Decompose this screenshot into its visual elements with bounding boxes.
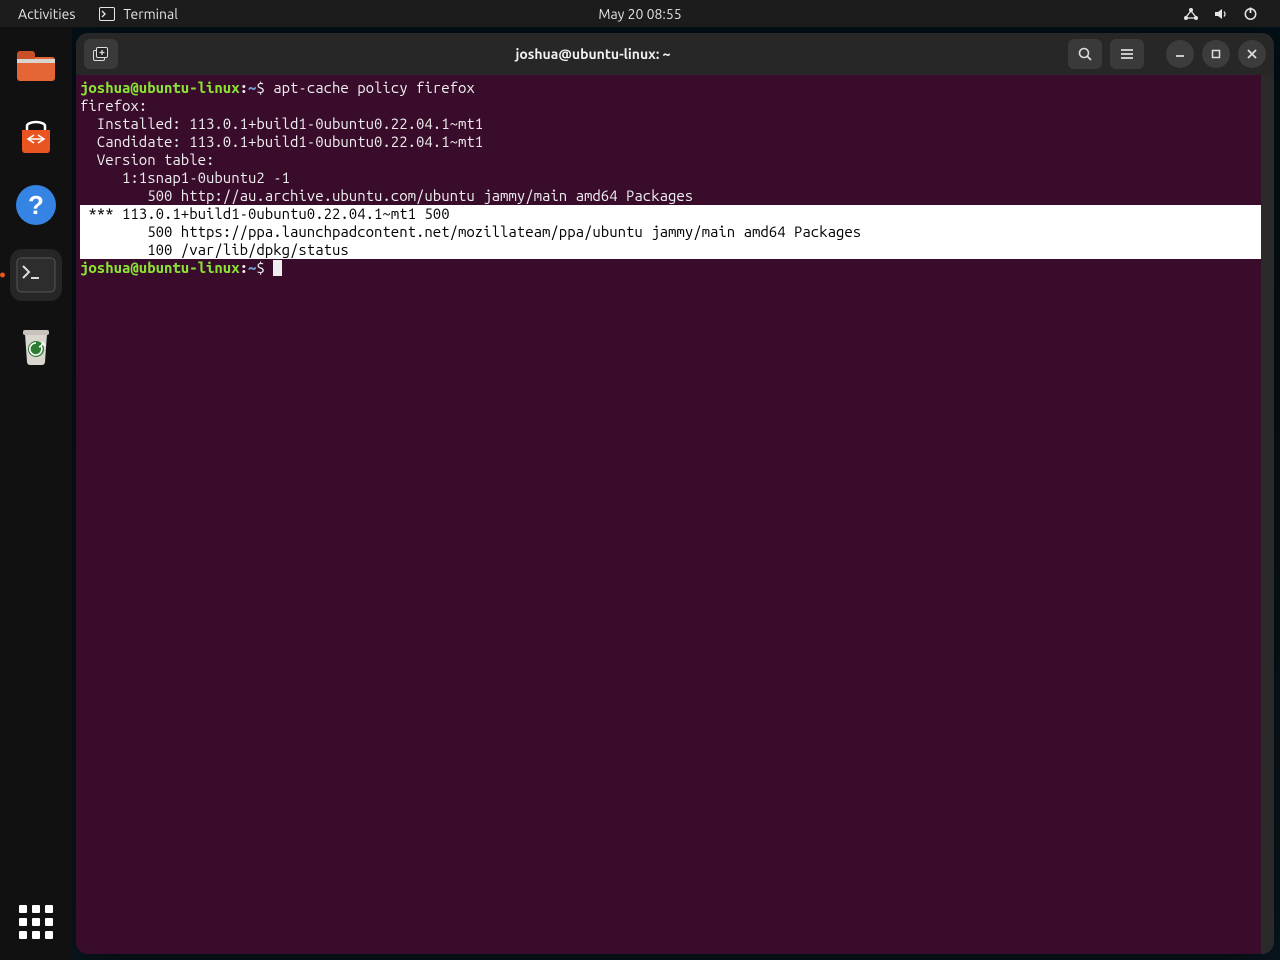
show-applications-button[interactable]	[16, 902, 56, 942]
window-title: joshua@ubuntu-linux: ~	[126, 46, 1060, 62]
desktop: joshua@ubuntu-linux: ~ joshua@ubuntu-lin…	[72, 27, 1280, 960]
output-line: 1:1snap1-0ubuntu2 -1	[80, 169, 290, 186]
output-line: Version table:	[80, 151, 214, 168]
terminal-titlebar: joshua@ubuntu-linux: ~	[76, 33, 1274, 75]
entered-command: apt-cache policy firefox	[265, 79, 475, 96]
minimize-button[interactable]	[1166, 40, 1194, 68]
terminal-body[interactable]: joshua@ubuntu-linux:~$ apt-cache policy …	[76, 75, 1274, 954]
prompt-dollar: $	[256, 79, 264, 96]
dock-help[interactable]: ?	[10, 179, 62, 231]
app-menu-label: Terminal	[123, 6, 178, 22]
output-line: firefox:	[80, 97, 147, 114]
maximize-button[interactable]	[1202, 40, 1230, 68]
dock: ?	[0, 27, 72, 960]
terminal-app-icon	[99, 7, 115, 21]
prompt-user: joshua@ubuntu-linux	[80, 79, 240, 96]
close-button[interactable]	[1238, 40, 1266, 68]
cursor	[273, 260, 282, 276]
output-line-highlight: 500 https://ppa.launchpadcontent.net/moz…	[80, 223, 1274, 241]
output-line: Installed: 113.0.1+build1-0ubuntu0.22.04…	[80, 115, 483, 132]
prompt-colon: :	[240, 259, 248, 276]
volume-icon[interactable]	[1213, 7, 1229, 21]
dock-software[interactable]	[10, 109, 62, 161]
hamburger-menu-button[interactable]	[1110, 39, 1144, 69]
clock[interactable]: May 20 08:55	[598, 6, 681, 22]
gnome-topbar: Activities Terminal May 20 08:55	[0, 0, 1280, 27]
terminal-window: joshua@ubuntu-linux: ~ joshua@ubuntu-lin…	[76, 33, 1274, 954]
dock-files[interactable]	[10, 39, 62, 91]
network-icon[interactable]	[1183, 7, 1199, 21]
activities-button[interactable]: Activities	[18, 6, 75, 22]
prompt-colon: :	[240, 79, 248, 96]
power-icon[interactable]	[1243, 6, 1258, 21]
svg-text:?: ?	[28, 190, 44, 220]
dock-trash[interactable]	[10, 319, 62, 371]
output-line-highlight: 100 /var/lib/dpkg/status	[80, 241, 1274, 259]
output-line: Candidate: 113.0.1+build1-0ubuntu0.22.04…	[80, 133, 483, 150]
search-button[interactable]	[1068, 39, 1102, 69]
prompt-user: joshua@ubuntu-linux	[80, 259, 240, 276]
output-line-highlight: *** 113.0.1+build1-0ubuntu0.22.04.1~mt1 …	[80, 205, 1274, 223]
dock-terminal[interactable]	[10, 249, 62, 301]
new-tab-button[interactable]	[84, 39, 118, 69]
terminal-scrollbar[interactable]	[1261, 75, 1274, 954]
output-line: 500 http://au.archive.ubuntu.com/ubuntu …	[80, 187, 693, 204]
prompt-dollar: $	[256, 259, 264, 276]
app-menu[interactable]: Terminal	[99, 6, 178, 22]
